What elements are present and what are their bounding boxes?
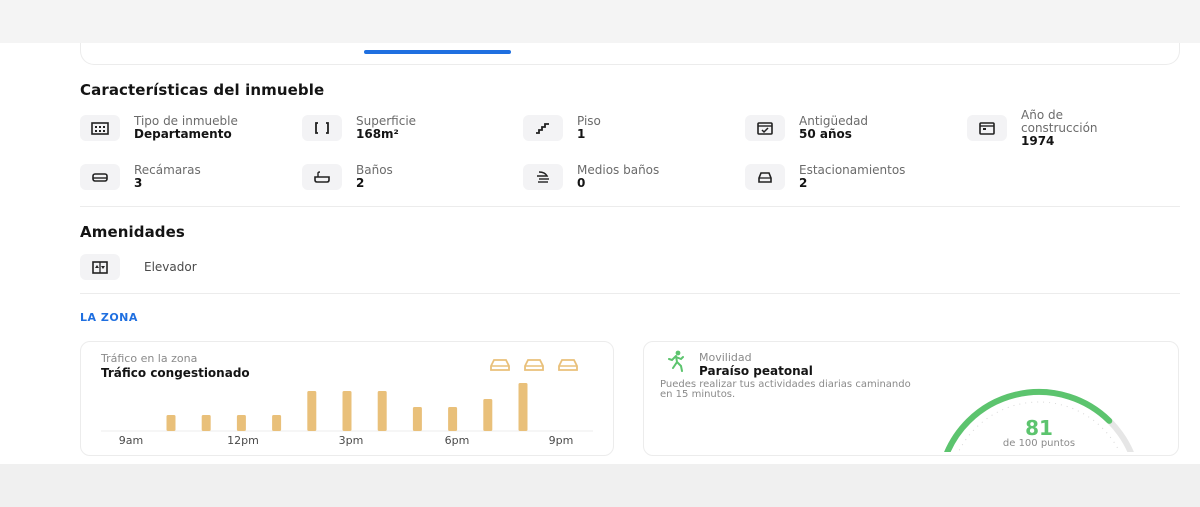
features-title: Características del inmueble (80, 81, 325, 99)
x-tick-label: 6pm (445, 434, 470, 447)
car-icon (524, 359, 544, 371)
traffic-bar (377, 391, 387, 431)
walkability-score-caption: de 100 puntos (1002, 438, 1076, 449)
building-icon (80, 115, 120, 141)
property-details-panel: Características del inmueble Tipo de inm… (0, 43, 1200, 465)
feature-value: 50 años (799, 127, 852, 141)
traffic-bar (236, 415, 246, 431)
mobility-subtitle: Movilidad (699, 351, 752, 364)
stairs-icon (523, 115, 563, 141)
tab-strip (80, 43, 1180, 65)
amenities-title: Amenidades (80, 223, 185, 241)
feature-label: Estacionamientos (799, 163, 906, 177)
area-brackets-icon (302, 115, 342, 141)
traffic-bar (272, 415, 282, 431)
top-band (0, 0, 1200, 43)
feature-value: 2 (799, 176, 808, 190)
feature-estacionamientos: Estacionamientos 2 (745, 164, 905, 190)
walkability-score: 81 (1025, 416, 1053, 440)
traffic-bar (412, 407, 422, 431)
amenity-label: Elevador (144, 260, 197, 274)
bathtub-icon (302, 164, 342, 190)
feature-value: 3 (134, 176, 143, 190)
feature-value: 1974 (1021, 134, 1055, 148)
traffic-level-icons (488, 358, 580, 372)
mobility-card: Movilidad Paraíso peatonal Puedes realiz… (643, 341, 1179, 465)
bottom-band (0, 464, 1200, 507)
traffic-card: Tráfico en la zona Tráfico congestionado… (80, 341, 614, 456)
calendar-check-icon (745, 115, 785, 141)
calendar-icon (967, 115, 1007, 141)
x-tick-label: 9pm (549, 434, 574, 447)
mobility-description: Puedes realizar tus actividades diarias … (660, 379, 911, 400)
feature-antiguedad: Antigüedad 50 años (745, 115, 868, 141)
traffic-bar-chart: 9am 12pm 3pm 6pm 9pm (101, 383, 593, 447)
feature-recamaras: Recámaras 3 (80, 164, 201, 190)
car-icon (745, 164, 785, 190)
elevator-icon (80, 254, 120, 280)
feature-value: 0 (577, 176, 586, 190)
feature-piso: Piso 1 (523, 115, 601, 141)
feature-superficie: Superficie 168m² (302, 115, 416, 141)
feature-value: 2 (356, 176, 365, 190)
feature-value: 1 (577, 127, 586, 141)
walkability-gauge: 81 de 100 puntos (914, 372, 1164, 465)
active-tab-indicator (364, 50, 511, 54)
feature-value: 168m² (356, 127, 399, 141)
zone-heading: LA ZONA (80, 311, 138, 324)
traffic-bar (483, 399, 493, 431)
x-tick-label: 9am (119, 434, 143, 447)
traffic-subtitle: Tráfico en la zona (101, 352, 198, 365)
divider (80, 293, 1180, 294)
traffic-bar (166, 415, 176, 431)
traffic-bar (342, 391, 352, 431)
feature-label: Año de construcción (1021, 108, 1098, 135)
feature-label: Medios baños (577, 163, 660, 177)
feature-medios-banos: Medios baños 0 (523, 164, 659, 190)
feature-anio-construccion: Año de construcción 1974 (967, 109, 1141, 148)
feature-label: Recámaras (134, 163, 201, 177)
x-tick-label: 3pm (339, 434, 364, 447)
amenity-elevador: Elevador (80, 254, 197, 280)
car-icon (558, 359, 578, 371)
bed-icon (80, 164, 120, 190)
feature-tipo-inmueble: Tipo de inmueble Departamento (80, 115, 238, 141)
mobility-title: Paraíso peatonal (699, 364, 813, 378)
traffic-bar (518, 383, 528, 431)
feature-value: Departamento (134, 127, 232, 141)
walking-person-icon (668, 350, 684, 372)
x-tick-label: 12pm (227, 434, 259, 447)
feature-banos: Baños 2 (302, 164, 393, 190)
divider (80, 206, 1180, 207)
traffic-title: Tráfico congestionado (101, 366, 250, 380)
shower-icon (523, 164, 563, 190)
traffic-bar (448, 407, 458, 431)
traffic-bar (201, 415, 211, 431)
car-icon (490, 359, 510, 371)
traffic-bar (307, 391, 317, 431)
